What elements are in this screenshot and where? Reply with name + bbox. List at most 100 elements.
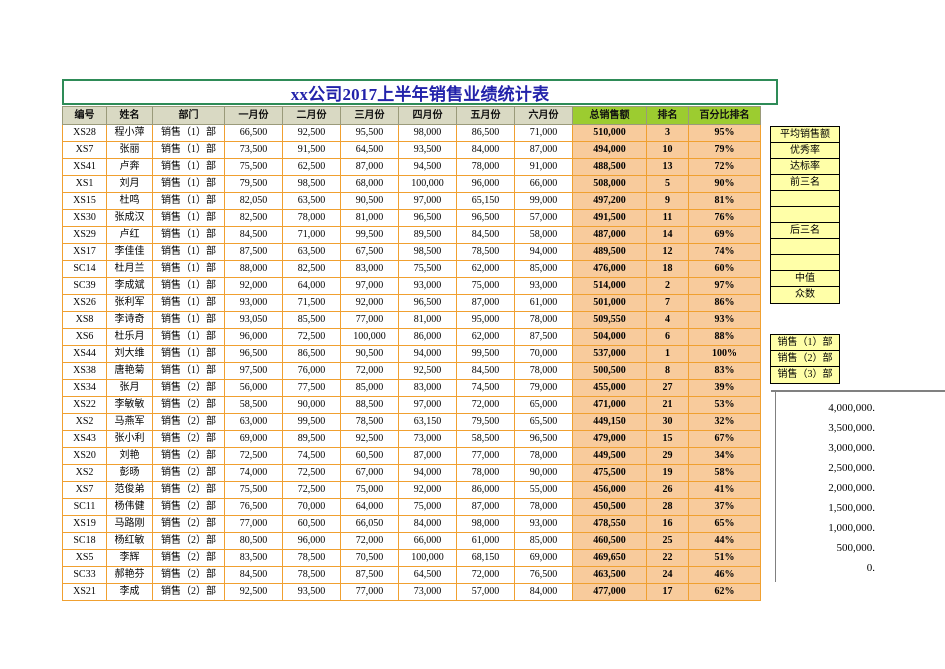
cell-dept[interactable]: 销售（1）部 [152,124,225,142]
cell-jan[interactable]: 80,500 [224,532,283,550]
cell-name[interactable]: 刘艳 [106,447,153,465]
cell-dept[interactable]: 销售（2）部 [152,549,225,567]
cell-apr[interactable]: 100,000 [398,175,457,193]
cell-dept[interactable]: 销售（2）部 [152,379,225,397]
cell-pct[interactable]: 72% [688,158,761,176]
summary-stat-label[interactable]: 平均销售额 [771,127,839,143]
cell-jan[interactable]: 92,000 [224,277,283,295]
cell-feb[interactable]: 89,500 [282,430,341,448]
cell-may[interactable]: 62,000 [456,260,515,278]
cell-dept[interactable]: 销售（1）部 [152,260,225,278]
cell-feb[interactable]: 63,500 [282,192,341,210]
cell-feb[interactable]: 99,500 [282,413,341,431]
column-header-jun[interactable]: 六月份 [514,106,573,125]
cell-id[interactable]: XS44 [62,345,107,363]
cell-id[interactable]: XS17 [62,243,107,261]
cell-mar[interactable]: 99,500 [340,226,399,244]
cell-may[interactable]: 72,000 [456,396,515,414]
cell-feb[interactable]: 72,500 [282,481,341,499]
cell-may[interactable]: 84,500 [456,226,515,244]
cell-feb[interactable]: 72,500 [282,464,341,482]
cell-jan[interactable]: 74,000 [224,464,283,482]
cell-pct[interactable]: 58% [688,464,761,482]
cell-may[interactable]: 86,000 [456,481,515,499]
cell-jun[interactable]: 61,000 [514,294,573,312]
cell-apr[interactable]: 73,000 [398,583,457,601]
cell-rank[interactable]: 6 [646,328,689,346]
cell-id[interactable]: XS8 [62,311,107,329]
cell-pct[interactable]: 79% [688,141,761,159]
cell-may[interactable]: 98,000 [456,515,515,533]
cell-rank[interactable]: 15 [646,430,689,448]
cell-id[interactable]: XS43 [62,430,107,448]
cell-name[interactable]: 马路刚 [106,515,153,533]
cell-mar[interactable]: 87,000 [340,158,399,176]
cell-total[interactable]: 489,500 [572,243,647,261]
cell-rank[interactable]: 22 [646,549,689,567]
cell-total[interactable]: 497,200 [572,192,647,210]
cell-name[interactable]: 卢红 [106,226,153,244]
cell-total[interactable]: 478,550 [572,515,647,533]
cell-may[interactable]: 96,000 [456,175,515,193]
cell-rank[interactable]: 28 [646,498,689,516]
column-header-rank[interactable]: 排名 [646,106,689,125]
cell-feb[interactable]: 82,500 [282,260,341,278]
cell-dept[interactable]: 销售（1）部 [152,328,225,346]
cell-mar[interactable]: 64,500 [340,141,399,159]
cell-total[interactable]: 479,000 [572,430,647,448]
cell-pct[interactable]: 95% [688,124,761,142]
cell-total[interactable]: 455,000 [572,379,647,397]
cell-apr[interactable]: 94,500 [398,158,457,176]
cell-jan[interactable]: 92,500 [224,583,283,601]
summary-stat-label[interactable] [771,239,839,255]
cell-mar[interactable]: 88,500 [340,396,399,414]
cell-name[interactable]: 张丽 [106,141,153,159]
cell-total[interactable]: 508,000 [572,175,647,193]
cell-jan[interactable]: 82,500 [224,209,283,227]
cell-feb[interactable]: 76,000 [282,362,341,380]
cell-name[interactable]: 李辉 [106,549,153,567]
cell-rank[interactable]: 19 [646,464,689,482]
cell-id[interactable]: SC18 [62,532,107,550]
cell-name[interactable]: 唐艳菊 [106,362,153,380]
cell-dept[interactable]: 销售（2）部 [152,413,225,431]
cell-may[interactable]: 78,500 [456,243,515,261]
cell-id[interactable]: XS26 [62,294,107,312]
cell-name[interactable]: 李成 [106,583,153,601]
cell-dept[interactable]: 销售（1）部 [152,209,225,227]
cell-apr[interactable]: 87,000 [398,447,457,465]
cell-jan[interactable]: 58,500 [224,396,283,414]
cell-total[interactable]: 476,000 [572,260,647,278]
cell-apr[interactable]: 96,500 [398,294,457,312]
cell-apr[interactable]: 93,500 [398,141,457,159]
cell-jun[interactable]: 78,000 [514,362,573,380]
cell-jun[interactable]: 78,000 [514,498,573,516]
cell-pct[interactable]: 83% [688,362,761,380]
cell-apr[interactable]: 81,000 [398,311,457,329]
cell-id[interactable]: XS15 [62,192,107,210]
cell-id[interactable]: XS21 [62,583,107,601]
cell-mar[interactable]: 92,000 [340,294,399,312]
cell-pct[interactable]: 46% [688,566,761,584]
cell-jun[interactable]: 94,000 [514,243,573,261]
cell-rank[interactable]: 17 [646,583,689,601]
cell-jan[interactable]: 88,000 [224,260,283,278]
cell-may[interactable]: 77,000 [456,447,515,465]
cell-total[interactable]: 449,150 [572,413,647,431]
summary-stat-label[interactable] [771,255,839,271]
cell-name[interactable]: 张月 [106,379,153,397]
cell-mar[interactable]: 90,500 [340,345,399,363]
cell-mar[interactable]: 97,000 [340,277,399,295]
cell-dept[interactable]: 销售（1）部 [152,345,225,363]
cell-rank[interactable]: 1 [646,345,689,363]
cell-total[interactable]: 500,500 [572,362,647,380]
cell-id[interactable]: XS28 [62,124,107,142]
cell-total[interactable]: 491,500 [572,209,647,227]
cell-name[interactable]: 马燕军 [106,413,153,431]
cell-id[interactable]: XS19 [62,515,107,533]
cell-dept[interactable]: 销售（1）部 [152,192,225,210]
cell-may[interactable]: 72,000 [456,566,515,584]
cell-may[interactable]: 65,150 [456,192,515,210]
cell-may[interactable]: 95,000 [456,311,515,329]
cell-id[interactable]: XS22 [62,396,107,414]
